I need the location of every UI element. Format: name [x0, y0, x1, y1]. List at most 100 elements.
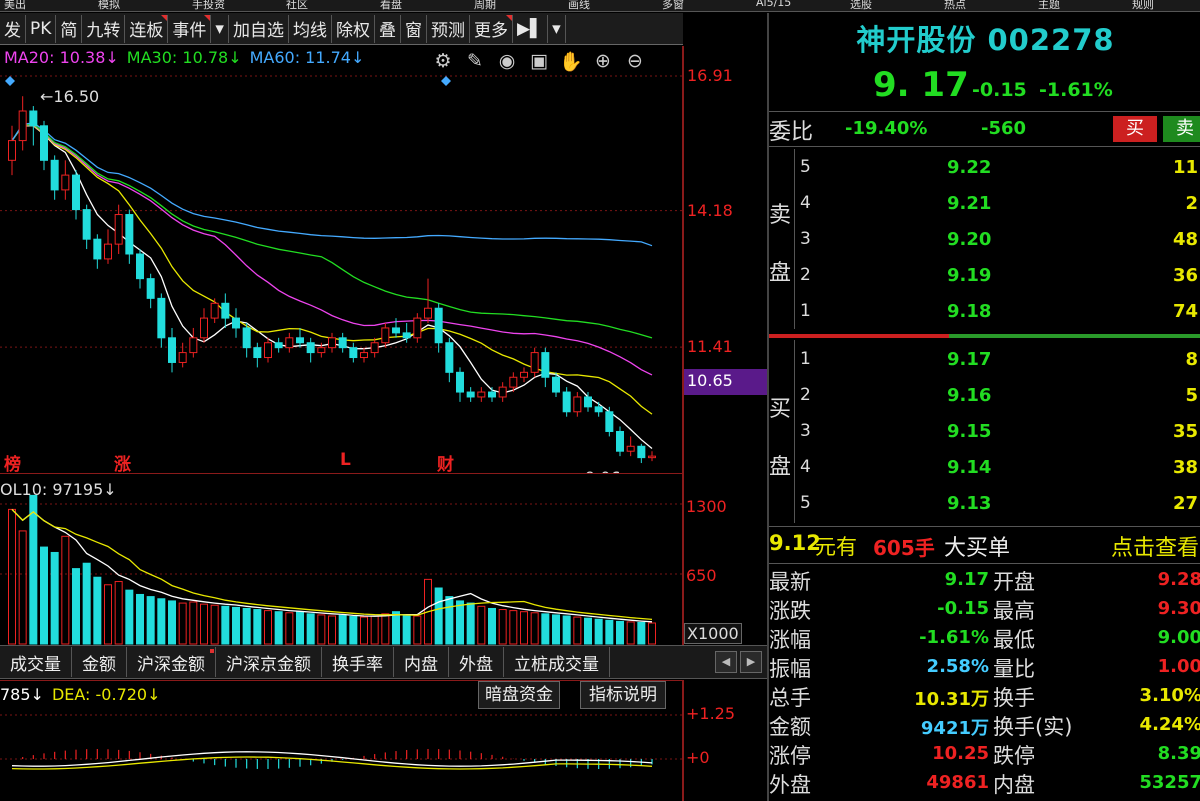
indicator-tab[interactable]: 成交量	[0, 647, 72, 677]
top-menu-item[interactable]: 主题	[1038, 0, 1060, 11]
toolbar-button[interactable]: 事件	[168, 14, 212, 43]
stat-label: 开盘	[993, 570, 1035, 594]
book-volume: 27	[1172, 493, 1198, 514]
hand-icon[interactable]: ✋	[558, 50, 584, 73]
weibi-label: 委比	[769, 120, 814, 145]
indicator-tab[interactable]: 金额	[72, 647, 127, 677]
candle-body	[381, 327, 390, 344]
volume-bar	[296, 611, 304, 645]
top-menu-item[interactable]: 多窗	[662, 0, 684, 11]
toolbar-button[interactable]: 连板	[125, 14, 169, 43]
top-menu-item[interactable]: 看盘	[380, 0, 402, 11]
pencil-icon[interactable]: ✎	[462, 50, 488, 73]
bid-bar	[949, 334, 1200, 338]
stat-value: 8.39	[1157, 743, 1200, 764]
toolbar-button[interactable]: 加自选	[229, 14, 289, 43]
book-price[interactable]: 9.13	[947, 493, 991, 514]
toolbar-button[interactable]: 九转	[82, 14, 126, 43]
indicator-tab[interactable]: 换手率	[322, 647, 394, 677]
volume-bar	[157, 598, 166, 645]
toolbar-button[interactable]: 发	[0, 14, 26, 43]
book-price[interactable]: 9.16	[947, 385, 991, 406]
book-volume: 5	[1185, 385, 1198, 406]
sell-button[interactable]: 卖	[1163, 116, 1200, 142]
kline-chart[interactable]: ←16.509.06→ MA20: 10.38↓ MA30: 10.78↓ MA60…	[0, 46, 683, 487]
volume-bar	[381, 613, 390, 645]
stat-label: 外盘	[769, 773, 811, 797]
candle-body	[114, 214, 123, 245]
toolbar-button[interactable]: 窗	[401, 14, 427, 43]
book-volume: 8	[1185, 349, 1198, 370]
book-price[interactable]: 9.18	[947, 301, 991, 322]
book-price[interactable]: 9.15	[947, 421, 991, 442]
toolbar-button[interactable]: PK	[26, 14, 57, 43]
event-marker[interactable]: 榜	[4, 450, 21, 475]
toolbar-button[interactable]: 除权	[332, 14, 375, 43]
toolbar-button[interactable]: 均线	[289, 14, 332, 43]
volume-svg	[0, 494, 683, 645]
top-menu-item[interactable]: 社区	[286, 0, 308, 11]
current-price-label: 10.65	[687, 371, 733, 390]
book-price[interactable]: 9.19	[947, 265, 991, 286]
event-marker[interactable]: 财	[437, 450, 454, 475]
top-menu-item[interactable]: 模拟	[98, 0, 120, 11]
book-price[interactable]: 9.17	[947, 349, 991, 370]
volume-bar	[104, 584, 112, 645]
top-menu-item[interactable]: 周期	[474, 0, 496, 11]
top-menu-item[interactable]: 选股	[850, 0, 872, 11]
tab-next-button[interactable]: ▶	[740, 651, 762, 673]
stat-label: 量比	[993, 657, 1035, 681]
tab-prev-button[interactable]: ◀	[715, 651, 737, 673]
volume-bar	[562, 615, 571, 645]
toolbar-button[interactable]: 更多	[470, 14, 513, 43]
indicator-tab[interactable]: 立桩成交量	[504, 647, 610, 677]
book-volume: 11	[1172, 157, 1198, 178]
stat-value: 9421万	[920, 718, 989, 739]
toolbar-button[interactable]: 叠	[375, 14, 401, 43]
bid-divider	[794, 340, 795, 523]
indicator-tab[interactable]: 沪深京金额	[216, 647, 322, 677]
top-menu-item[interactable]: 美出	[4, 0, 26, 11]
chart-toolbar: 发 PK 简九转 连板 事件 ▾ 加自选 均线 除权叠窗预测 更多 ▶▌ ▾	[0, 13, 683, 45]
macd-chart[interactable]: 785↓ DEA: -0.720↓ 暗盘资金 指标说明	[0, 680, 683, 801]
toolbar-button[interactable]: ▾	[548, 14, 566, 43]
volume-chart[interactable]: OL10: 97195↓	[0, 473, 683, 645]
top-menu-item[interactable]: 画线	[568, 0, 590, 11]
top-menu-item[interactable]: 规则	[1132, 0, 1154, 11]
big-order-link[interactable]: 点击查看	[1111, 530, 1199, 562]
indicator-tab[interactable]: 沪深金额	[127, 647, 216, 677]
buy-button[interactable]: 买	[1113, 116, 1157, 142]
toolbar-button[interactable]: 简	[56, 14, 83, 43]
toolbar-button[interactable]: ▶▌	[513, 14, 549, 43]
volume-bar	[29, 494, 38, 645]
book-price[interactable]: 9.21	[947, 193, 991, 214]
stat-value: 49861	[926, 772, 989, 793]
event-marker[interactable]: L	[340, 450, 351, 470]
zoom-out-icon[interactable]: ⊖	[622, 50, 648, 73]
stat-value: 9.17	[944, 569, 989, 590]
toolbar-button[interactable]: 预测	[427, 14, 470, 43]
candle-body	[562, 391, 571, 413]
briefcase-icon[interactable]: ▣	[526, 50, 552, 73]
zoom-in-icon[interactable]: ⊕	[590, 50, 616, 73]
volume-bar	[648, 622, 656, 645]
indicator-tab[interactable]: 外盘	[449, 647, 504, 677]
volume-bar	[434, 587, 443, 645]
settings-icon[interactable]: ⚙	[430, 50, 456, 73]
top-menu-item[interactable]: Ai5/15	[756, 0, 791, 9]
top-menu-item[interactable]: 手投资	[192, 0, 225, 11]
eye-icon[interactable]: ◉	[494, 50, 520, 73]
top-menu-item[interactable]: 热点	[944, 0, 966, 11]
last-price: 9. 17	[873, 65, 969, 105]
indicator-help-button[interactable]: 指标说明	[580, 681, 666, 709]
book-price[interactable]: 9.20	[947, 229, 991, 250]
toolbar-button[interactable]: ▾	[211, 14, 229, 43]
book-price[interactable]: 9.14	[947, 457, 991, 478]
candle-body	[552, 376, 560, 393]
dark-pool-button[interactable]: 暗盘资金	[478, 681, 560, 709]
book-price[interactable]: 9.22	[947, 157, 991, 178]
stat-value: 3.10%	[1139, 685, 1200, 706]
event-marker[interactable]: 涨	[114, 450, 131, 475]
indicator-tab[interactable]: 内盘	[394, 647, 449, 677]
big-order-row[interactable]: 9.12 元有 605手 大买单 点击查看	[769, 526, 1200, 564]
